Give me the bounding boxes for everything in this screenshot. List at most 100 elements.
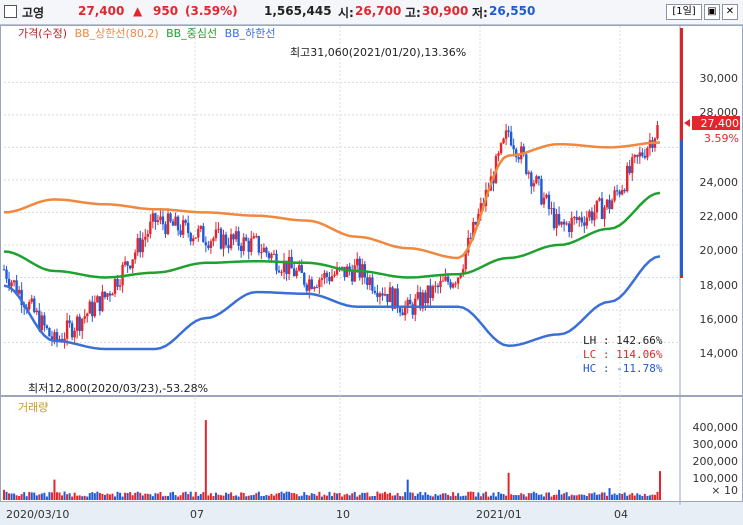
candle-body	[429, 285, 432, 299]
candle-body	[277, 270, 281, 273]
x-tick: 2021/01	[476, 508, 522, 521]
volume-bar	[63, 491, 66, 500]
candle-body	[242, 237, 245, 252]
volume-bar	[30, 492, 33, 500]
volume-bar	[315, 495, 318, 500]
candle-body	[146, 233, 150, 237]
volume-bar	[479, 496, 482, 500]
candle-body	[108, 293, 112, 296]
candle-body	[545, 194, 548, 198]
candle-body	[373, 290, 377, 293]
price-chart	[2, 25, 740, 505]
candle-body	[567, 223, 571, 233]
candle-body	[431, 286, 435, 299]
candle-body	[615, 190, 619, 192]
volume-bar	[5, 491, 8, 500]
candle-body	[578, 217, 581, 221]
candle-body	[192, 238, 195, 242]
volume-bar	[442, 493, 445, 500]
volume-bar	[328, 491, 331, 500]
volume-bar	[114, 496, 117, 500]
candle-body	[139, 238, 142, 253]
candle-body	[186, 222, 190, 234]
volume-bar	[537, 494, 540, 500]
candle-body	[30, 298, 33, 302]
candle-body	[295, 270, 298, 277]
volume-title: 거래량	[18, 401, 49, 414]
candle-body	[202, 226, 205, 243]
candle-body	[10, 282, 13, 287]
candle-body	[98, 296, 102, 312]
volume-bar	[376, 491, 379, 500]
volume-bar	[595, 494, 598, 500]
volume-bar	[525, 496, 528, 500]
candle-body	[298, 265, 301, 271]
candle-body	[353, 265, 356, 282]
volume-bar	[588, 493, 591, 500]
vol-tick: 300,000	[692, 438, 739, 451]
candle-body	[527, 172, 530, 174]
volume-bar	[288, 491, 291, 500]
volume-bar	[81, 496, 84, 500]
candle-body	[128, 265, 132, 269]
candle-body	[237, 231, 240, 246]
candle-body	[580, 217, 583, 223]
candle-body	[189, 233, 192, 242]
candle-body	[262, 247, 266, 253]
candle-body	[371, 277, 374, 291]
candle-body	[633, 155, 636, 158]
candle-body	[593, 212, 596, 221]
volume-bar	[283, 493, 286, 500]
volume-bar	[270, 493, 273, 500]
volume-bar	[600, 492, 603, 500]
volume-bar	[10, 493, 13, 500]
volume-bar	[18, 496, 21, 500]
candle-body	[217, 228, 220, 230]
candle-body	[229, 234, 233, 249]
candle-body	[144, 236, 147, 240]
candle-body	[502, 138, 505, 144]
volume-bar	[585, 496, 588, 500]
volume-bar	[247, 495, 250, 500]
candle-body	[154, 213, 157, 222]
candle-body	[598, 198, 601, 201]
volume-bar	[439, 494, 442, 500]
candle-body	[83, 316, 86, 319]
volume-bar	[300, 495, 303, 500]
candle-body	[345, 266, 349, 278]
volume-bar	[497, 491, 500, 500]
volume-bar	[378, 493, 381, 500]
bb-upper-line	[3, 141, 661, 260]
volume-bar	[161, 496, 164, 500]
volume-bar	[101, 493, 104, 500]
candle-body	[530, 172, 533, 187]
volume-bar	[409, 492, 412, 500]
volume-bar	[482, 493, 485, 500]
candle-body	[626, 165, 629, 192]
candle-body	[159, 216, 162, 221]
volume-bar	[146, 493, 149, 500]
candle-body	[70, 323, 74, 338]
candle-body	[320, 278, 324, 280]
volume-bar	[353, 491, 356, 500]
candle-body	[570, 217, 573, 233]
volume-bar	[421, 495, 424, 500]
volume-bar	[308, 495, 311, 500]
volume-bar	[555, 494, 558, 500]
candle-body	[45, 325, 49, 329]
candle-body	[620, 189, 624, 195]
volume-bar	[474, 496, 477, 500]
candle-body	[134, 252, 137, 260]
volume-bar	[245, 496, 248, 500]
y-tick: 30,000	[699, 72, 739, 85]
volume-bar	[343, 494, 346, 500]
volume-bar	[469, 491, 472, 500]
volume-bar	[530, 493, 533, 500]
candle-body	[156, 220, 160, 222]
volume-bar	[252, 494, 255, 500]
volume-bar	[164, 495, 167, 500]
x-tick: 10	[336, 508, 350, 521]
candle-body	[560, 221, 563, 225]
candle-body	[73, 330, 76, 338]
volume-bar	[477, 492, 480, 500]
